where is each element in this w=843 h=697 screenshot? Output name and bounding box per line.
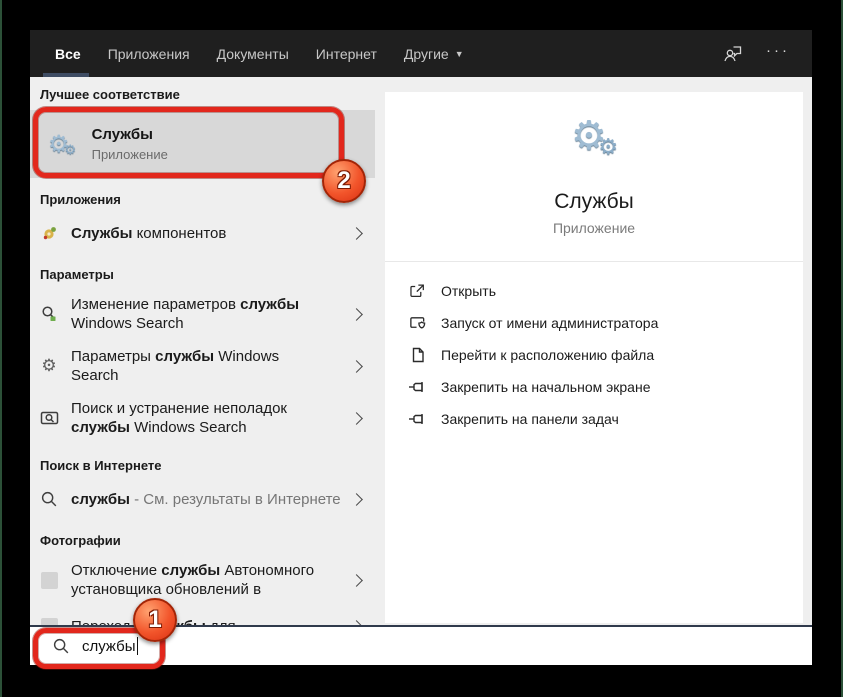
feedback-user-icon[interactable] xyxy=(722,43,744,65)
preview-subtitle: Приложение xyxy=(552,220,636,236)
chevron-right-icon xyxy=(350,226,363,240)
context-action[interactable]: Открыть xyxy=(407,275,779,307)
section-header: Приложения xyxy=(40,192,121,207)
preview-hero: ⚙ ⚙ Службы Приложение xyxy=(385,92,803,236)
context-action[interactable]: Закрепить на начальном экране xyxy=(407,371,779,403)
preview-panel: ⚙ ⚙ Службы Приложение Открыть Запуск от им… xyxy=(375,77,812,625)
pin-taskbar-icon xyxy=(408,414,423,424)
result-row[interactable]: Изменение параметров службы Windows Searc… xyxy=(30,288,375,340)
photo-placeholder-icon xyxy=(40,571,58,589)
section-header: Фотографии xyxy=(40,533,121,548)
section-header: Лучшее соответствие xyxy=(40,87,180,102)
chevron-right-icon xyxy=(350,359,363,373)
chevron-right-icon xyxy=(350,619,363,625)
tab-all[interactable]: Все xyxy=(55,46,81,62)
annotation-badge-step2: 2 xyxy=(322,159,366,203)
active-tab-underline xyxy=(43,73,89,77)
context-action[interactable]: Запуск от имени администратора xyxy=(407,307,779,339)
section-header: Поиск в Интернете xyxy=(40,458,162,473)
search-icon xyxy=(41,491,57,507)
tab-more[interactable]: Другие ▼ xyxy=(404,46,464,62)
chevron-down-icon: ▼ xyxy=(454,48,464,59)
chevron-right-icon xyxy=(350,307,363,321)
result-row[interactable]: Службы компонентов xyxy=(30,213,375,253)
annotation-box-step2 xyxy=(33,107,344,178)
more-options-icon[interactable]: ··· xyxy=(766,43,790,64)
screen: Все Приложения Документы Интернет Другие ▼ ··… xyxy=(0,0,843,697)
component-services-icon xyxy=(43,226,56,239)
tab-web[interactable]: Интернет xyxy=(316,46,377,62)
context-action[interactable]: Закрепить на панели задач xyxy=(407,403,779,435)
open-icon xyxy=(410,284,424,298)
troubleshoot-icon xyxy=(40,411,58,424)
file-location-icon xyxy=(412,347,424,363)
chevron-right-icon xyxy=(350,492,363,506)
photo-placeholder-icon xyxy=(40,617,58,625)
services-gears-icon: ⚙ ⚙ xyxy=(571,113,619,160)
topbar-actions: ··· xyxy=(722,43,812,65)
annotation-badge-step1: 1 xyxy=(133,598,177,642)
search-settings-icon xyxy=(42,306,56,321)
result-row[interactable]: ⚙ Параметры службы Windows Search xyxy=(30,340,375,392)
services-gears-icon: ⚙ ⚙ xyxy=(571,113,619,166)
tab-apps[interactable]: Приложения xyxy=(108,46,190,62)
context-action[interactable]: Перейти к расположению файла xyxy=(407,339,779,371)
result-row[interactable]: Отключение службы Автономного установщика… xyxy=(30,554,375,606)
result-row[interactable]: Переход в службы для xyxy=(30,606,375,625)
chevron-right-icon xyxy=(350,411,363,425)
admin-shield-icon xyxy=(409,317,425,329)
preview-card: ⚙ ⚙ Службы Приложение Открыть Запуск от им… xyxy=(385,92,803,623)
search-topbar: Все Приложения Документы Интернет Другие ▼ ··… xyxy=(30,30,812,77)
tab-documents[interactable]: Документы xyxy=(217,46,289,62)
gear-icon: ⚙ xyxy=(41,355,57,376)
context-action-list: Открыть Запуск от имени администратора Пер… xyxy=(385,262,803,435)
result-row[interactable]: Поиск и устранение неполадок службы Windo… xyxy=(30,392,375,444)
chevron-right-icon xyxy=(350,573,363,587)
screen-edge-artifact xyxy=(0,0,2,697)
result-row[interactable]: службы - См. результаты в Интернете xyxy=(30,479,375,519)
pin-start-icon xyxy=(408,382,423,392)
section-header: Параметры xyxy=(40,267,114,282)
tab-bar: Все Приложения Документы Интернет Другие ▼ xyxy=(30,46,491,62)
preview-title: Службы xyxy=(554,190,634,213)
